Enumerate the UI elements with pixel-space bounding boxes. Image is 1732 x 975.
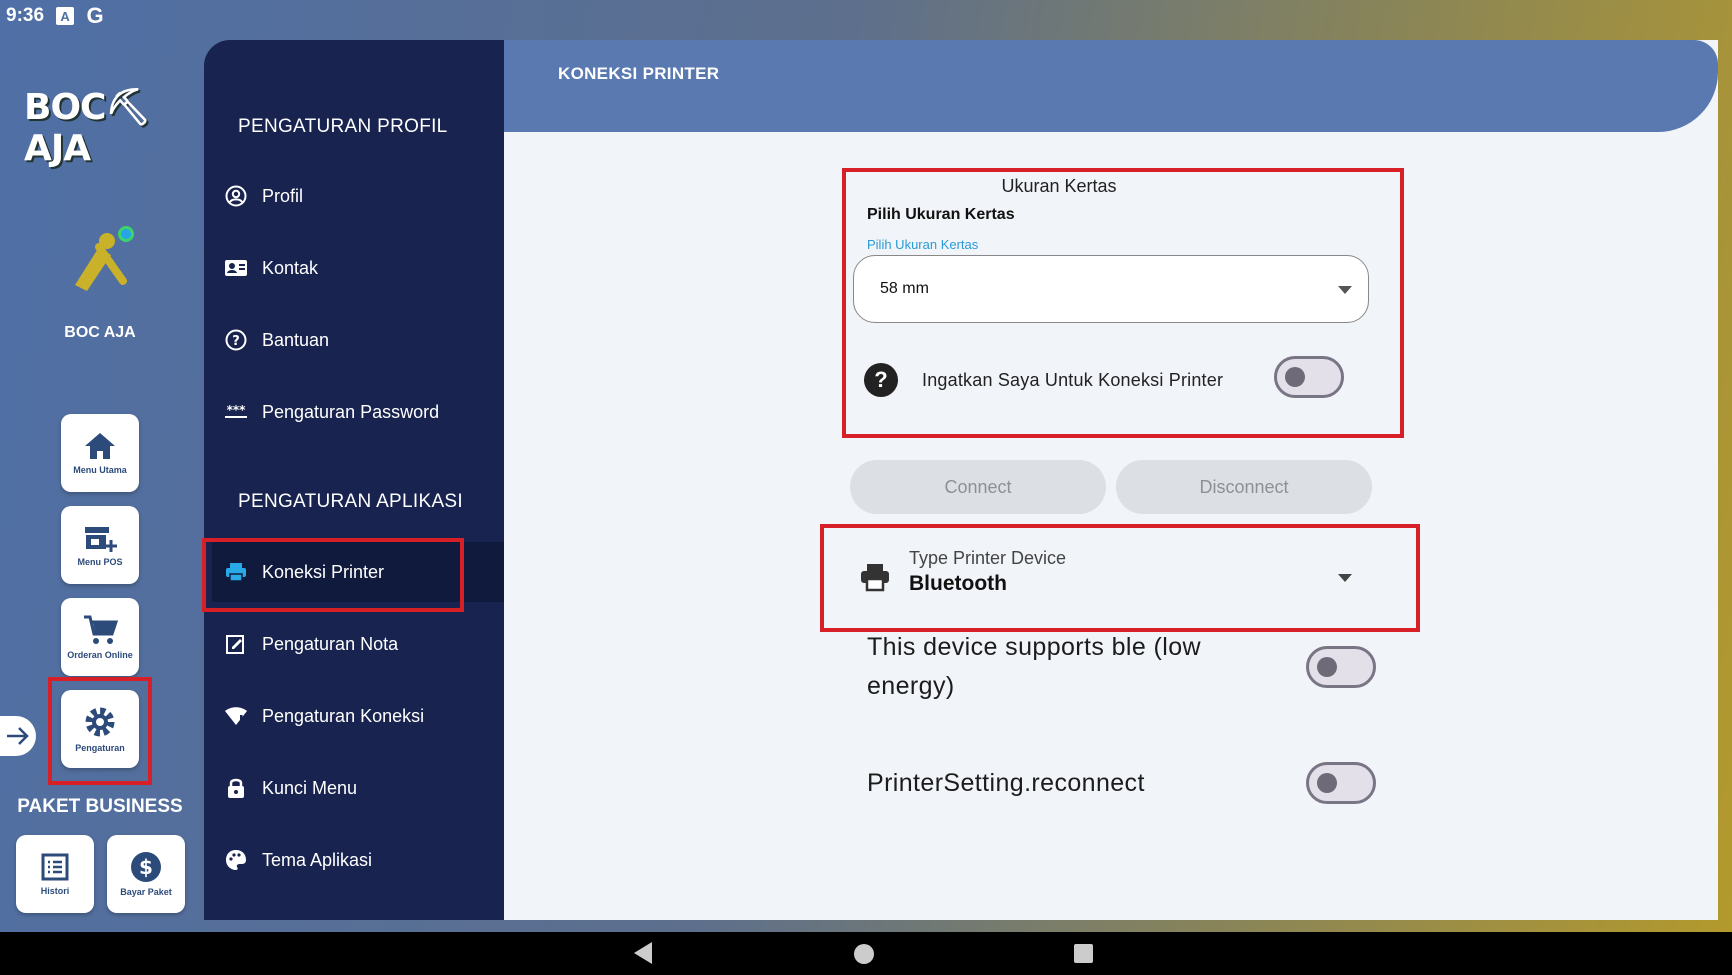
orderan-online-button[interactable]: Orderan Online xyxy=(61,598,139,676)
wifi-alert-icon xyxy=(225,707,247,725)
reconnect-toggle[interactable] xyxy=(1306,762,1376,804)
menu-item-label: Pengaturan Password xyxy=(262,401,440,422)
note-edit-icon xyxy=(226,635,244,654)
avatar xyxy=(60,222,140,302)
app-logo: BOC⛏AJA xyxy=(24,86,151,169)
password-icon: *** xyxy=(225,404,247,418)
reconnect-label: PrinterSetting.reconnect xyxy=(867,769,1145,797)
account-circle-icon xyxy=(225,185,247,207)
menu-item-label: Kunci Menu xyxy=(262,777,358,798)
menu-item-bantuan[interactable]: ? Bantuan xyxy=(212,310,504,370)
highlight-printer-type xyxy=(820,524,1420,632)
a-icon: A xyxy=(56,7,75,25)
menu-item-kontak[interactable]: Kontak xyxy=(212,238,504,298)
store-add-icon xyxy=(85,527,117,552)
menu-utama-label: Menu Utama xyxy=(73,465,127,475)
arrow-right-icon xyxy=(7,727,29,745)
menu-pos-label: Menu POS xyxy=(77,557,123,567)
bayar-paket-label: Bayar Paket xyxy=(120,887,172,897)
highlight-pengaturan xyxy=(48,677,152,785)
menu-pos-button[interactable]: Menu POS xyxy=(61,506,139,584)
menu-item-label: Pengaturan Koneksi xyxy=(262,705,425,726)
contact-card-icon xyxy=(225,260,247,276)
status-bar: 9:36 A G xyxy=(0,0,1732,32)
dollar-icon: $ xyxy=(131,852,161,882)
bayar-paket-button[interactable]: $ Bayar Paket xyxy=(107,835,185,913)
menu-item-label: Profil xyxy=(262,185,304,206)
brand-name: BOC AJA xyxy=(64,324,136,341)
disconnect-button[interactable]: Disconnect xyxy=(1116,460,1372,514)
menu-item-tema-aplikasi[interactable]: Tema Aplikasi xyxy=(212,830,504,890)
system-nav-bar xyxy=(0,932,1732,975)
section-profile-title: PENGATURAN PROFIL xyxy=(238,116,448,137)
connect-button[interactable]: Connect xyxy=(850,460,1106,514)
histori-label: Histori xyxy=(40,886,70,896)
highlight-paper-card xyxy=(842,168,1404,438)
ble-label-line1: This device supports ble (low xyxy=(867,633,1201,661)
recent-apps-icon[interactable] xyxy=(1074,944,1093,963)
expand-rail-button[interactable] xyxy=(0,716,36,756)
menu-item-profil[interactable]: Profil xyxy=(212,166,504,226)
menu-item-label: Tema Aplikasi xyxy=(262,849,373,870)
cart-icon xyxy=(84,615,118,644)
menu-utama-button[interactable]: Menu Utama xyxy=(61,414,139,492)
svg-text:?: ? xyxy=(232,334,240,349)
settings-menu: PENGATURAN PROFIL Profil Kontak ? Bantua… xyxy=(204,40,504,920)
online-dot xyxy=(118,226,134,242)
menu-item-pengaturan-koneksi[interactable]: Pengaturan Koneksi xyxy=(212,686,504,746)
help-circle-icon: ? xyxy=(225,329,247,351)
home-icon xyxy=(85,433,115,459)
back-icon[interactable] xyxy=(634,942,652,964)
menu-item-pengaturan-nota[interactable]: Pengaturan Nota xyxy=(212,614,504,674)
menu-item-label: Bantuan xyxy=(262,329,330,350)
ble-label: This device supports ble (low energy) xyxy=(867,628,1201,706)
paket-label: PAKET BUSINESS xyxy=(17,796,183,817)
menu-item-kunci-menu[interactable]: Kunci Menu xyxy=(212,758,504,818)
lock-icon xyxy=(228,778,244,798)
palette-icon xyxy=(226,850,246,870)
home-circle-icon[interactable] xyxy=(854,944,874,964)
google-icon: G xyxy=(86,3,104,28)
toggle-knob xyxy=(1317,773,1337,793)
svg-text:***: *** xyxy=(227,404,247,417)
status-time: 9:36 xyxy=(6,5,45,26)
page-title: KONEKSI PRINTER xyxy=(558,64,720,83)
svg-text:$: $ xyxy=(139,855,153,879)
menu-item-pengaturan-password[interactable]: *** Pengaturan Password xyxy=(212,382,504,442)
highlight-koneksi-printer xyxy=(202,538,464,612)
ble-toggle[interactable] xyxy=(1306,646,1376,688)
menu-item-label: Pengaturan Nota xyxy=(262,633,399,654)
menu-item-label: Kontak xyxy=(262,257,319,278)
list-icon xyxy=(41,853,69,881)
section-app-title: PENGATURAN APLIKASI xyxy=(238,491,463,512)
ble-label-line2: energy) xyxy=(867,672,955,700)
toggle-knob xyxy=(1317,657,1337,677)
content-header: KONEKSI PRINTER xyxy=(504,40,1718,132)
content-panel: KONEKSI PRINTER Ukuran Kertas Pilih Ukur… xyxy=(504,40,1718,920)
histori-button[interactable]: Histori xyxy=(16,835,94,913)
left-rail: BOC⛏AJA BOC AJA Menu Utama Menu POS Orde… xyxy=(0,32,200,932)
orderan-online-label: Orderan Online xyxy=(67,650,133,660)
